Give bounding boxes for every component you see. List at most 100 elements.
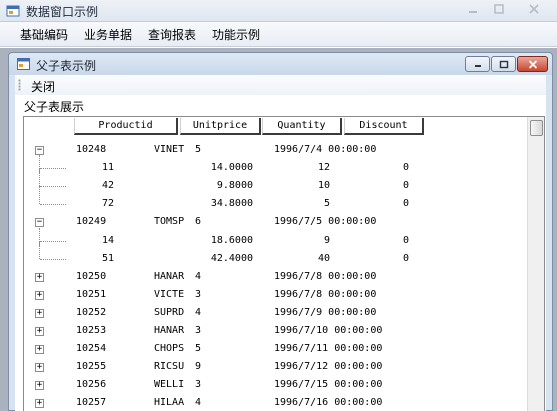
plus-box-icon[interactable]: +: [35, 363, 44, 372]
quantity: 12: [317, 162, 330, 173]
plus-box-icon[interactable]: +: [35, 309, 44, 318]
employee-id: 9: [195, 361, 202, 372]
tree-line: [40, 241, 66, 242]
order-id: 10255: [76, 361, 107, 372]
minimize-icon[interactable]: [460, 0, 486, 18]
minus-box-icon[interactable]: −: [35, 218, 44, 227]
menu-feature-examples[interactable]: 功能示例: [204, 23, 268, 46]
parent-row[interactable]: +10252 SUPRD 4 1996/7/9 00:00:00: [24, 304, 529, 322]
parent-child-grid[interactable]: Productid Unitprice Quantity Discount −1…: [23, 116, 545, 411]
tree-line: [39, 241, 40, 259]
plus-box-icon[interactable]: +: [35, 399, 44, 408]
unit-price: 42.4000: [210, 253, 253, 264]
quantity: 10: [317, 180, 330, 191]
child-row[interactable]: 51 42.4000 40 0: [24, 241, 529, 268]
order-date: 1996/7/8 00:00:00: [274, 271, 377, 282]
menu-basic-coding[interactable]: 基础编码: [12, 23, 76, 46]
plus-box-icon[interactable]: +: [35, 345, 44, 354]
plus-box-icon[interactable]: +: [35, 381, 44, 390]
customer-id: RICSU: [154, 361, 185, 372]
customer-id: VICTE: [154, 289, 185, 300]
customer-id: HILAA: [154, 397, 185, 408]
maximize-icon[interactable]: [486, 0, 512, 18]
parent-row[interactable]: +10254 CHOPS 5 1996/7/11 00:00:00: [24, 340, 529, 358]
customer-id: CHOPS: [154, 343, 185, 354]
parent-row[interactable]: +10251 VICTE 3 1996/7/8 00:00:00: [24, 286, 529, 304]
unit-price: 34.8000: [210, 198, 253, 209]
column-header-discount[interactable]: Discount: [344, 118, 424, 135]
scrollbar-thumb[interactable]: [530, 120, 543, 136]
child-row[interactable]: 14 18.6000 9 0: [24, 228, 529, 250]
app-title: 数据窗口示例: [26, 5, 99, 19]
parent-row[interactable]: − 10248 VINET 5 1996/7/4 00:00:00: [24, 141, 529, 159]
product-id: 11: [102, 162, 115, 173]
employee-id: 4: [195, 271, 202, 282]
main-menu-bar: 基础编码 业务单据 查询报表 功能示例: [0, 22, 557, 47]
close-icon[interactable]: [517, 56, 548, 72]
order-date: 1996/7/12 00:00:00: [274, 361, 383, 372]
product-id: 42: [102, 180, 115, 191]
employee-id: 5: [195, 343, 202, 354]
parent-row[interactable]: +10257 HILAA 4 1996/7/16 00:00:00: [24, 394, 529, 411]
order-date: 1996/7/11 00:00:00: [274, 343, 383, 354]
order-date: 1996/7/16 00:00:00: [274, 397, 383, 408]
plus-box-icon[interactable]: +: [35, 327, 44, 336]
close-icon[interactable]: [512, 0, 555, 18]
customer-id: HANAR: [154, 271, 185, 282]
tree-line: [39, 186, 40, 204]
order-id: 10253: [76, 325, 107, 336]
child-row[interactable]: 42 9.8000 10 0: [24, 168, 529, 195]
order-id: 10248: [76, 144, 107, 155]
child-window: 父子表示例 关闭 父子表展示 Productid Unitprice Quant…: [8, 52, 553, 411]
unit-price: 9.8000: [216, 180, 253, 191]
employee-id: 4: [195, 397, 202, 408]
order-date: 1996/7/4 00:00:00: [274, 144, 377, 155]
unit-price: 14.0000: [210, 162, 253, 173]
vertical-scrollbar[interactable]: [527, 117, 544, 411]
menu-business-documents[interactable]: 业务单据: [76, 23, 140, 46]
customer-id: HANAR: [154, 325, 185, 336]
parent-row[interactable]: +10256 WELLI 3 1996/7/15 00:00:00: [24, 376, 529, 394]
app-window-icon: [6, 4, 20, 18]
order-date: 1996/7/15 00:00:00: [274, 379, 383, 390]
maximize-icon[interactable]: [491, 56, 516, 72]
product-id: 51: [102, 253, 115, 264]
plus-box-icon[interactable]: +: [35, 291, 44, 300]
parent-row[interactable]: +10255 RICSU 9 1996/7/12 00:00:00: [24, 358, 529, 376]
quantity: 9: [323, 235, 330, 246]
toolstrip-grip[interactable]: [18, 79, 21, 91]
parent-row[interactable]: +10250 HANAR 4 1996/7/8 00:00:00: [24, 268, 529, 286]
minus-box-icon[interactable]: −: [35, 146, 44, 155]
child-client-area: 关闭 父子表展示 Productid Unitprice Quantity Di…: [15, 75, 546, 411]
form-icon: [17, 58, 30, 70]
column-header-quantity[interactable]: Quantity: [262, 118, 342, 135]
employee-id: 3: [195, 289, 202, 300]
parent-row[interactable]: − 10249 TOMSP 6 1996/7/5 00:00:00: [24, 213, 529, 231]
child-title-bar[interactable]: 父子表示例: [9, 53, 552, 75]
grid-header: Productid Unitprice Quantity Discount: [24, 117, 529, 137]
unit-price: 18.6000: [210, 235, 253, 246]
parent-row[interactable]: +10253 HANAR 3 1996/7/10 00:00:00: [24, 322, 529, 340]
employee-id: 4: [195, 307, 202, 318]
discount: 0: [402, 162, 409, 173]
order-id: 10252: [76, 307, 107, 318]
customer-id: TOMSP: [154, 216, 185, 227]
product-id: 14: [102, 235, 115, 246]
child-row[interactable]: 72 34.8000 5 0: [24, 186, 529, 213]
column-header-unitprice[interactable]: Unitprice: [180, 118, 261, 135]
order-date: 1996/7/5 00:00:00: [274, 216, 377, 227]
child-row[interactable]: 11 14.0000 12 0: [24, 155, 529, 177]
column-header-productid[interactable]: Productid: [74, 118, 178, 135]
tree-line: [40, 186, 66, 187]
minimize-icon[interactable]: [465, 56, 490, 72]
plus-box-icon[interactable]: +: [35, 273, 44, 282]
menu-query-reports[interactable]: 查询报表: [140, 23, 204, 46]
employee-id: 6: [195, 216, 202, 227]
close-button[interactable]: 关闭: [31, 78, 55, 95]
employee-id: 3: [195, 325, 202, 336]
app-title-bar[interactable]: 数据窗口示例: [0, 0, 557, 22]
quantity: 40: [317, 253, 330, 264]
customer-id: SUPRD: [154, 307, 185, 318]
order-date: 1996/7/8 00:00:00: [274, 289, 377, 300]
order-id: 10257: [76, 397, 107, 408]
